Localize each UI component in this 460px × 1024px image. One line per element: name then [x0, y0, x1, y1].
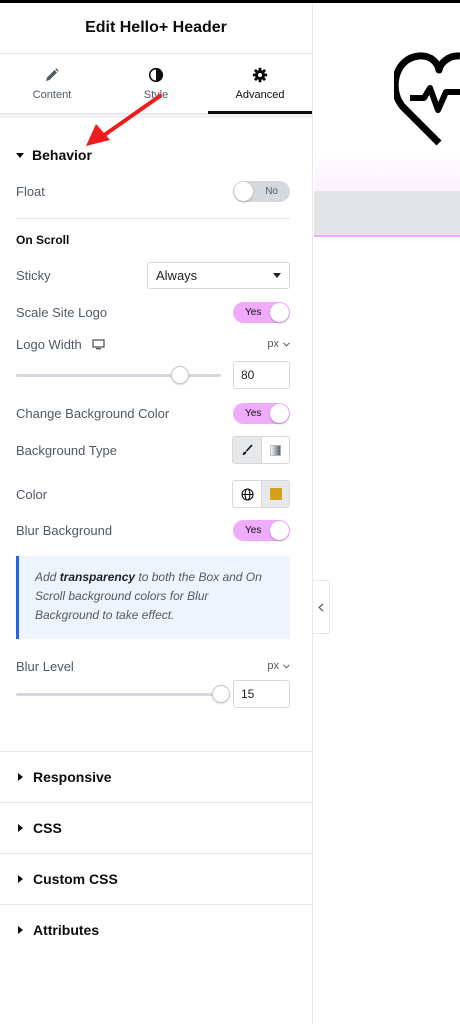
- blur-level-slider[interactable]: [16, 684, 230, 703]
- bg-type-row: Background Type: [0, 436, 312, 464]
- blur-level-unit-select[interactable]: px: [267, 660, 290, 672]
- logo-width-unit: px: [267, 338, 279, 350]
- bg-type-gradient[interactable]: [261, 437, 289, 463]
- gear-icon: [252, 67, 268, 82]
- collapse-panel-handle[interactable]: [313, 580, 330, 634]
- editor-panel: Edit Hello+ Header Content Style Advance…: [0, 3, 313, 1024]
- float-toggle[interactable]: No: [233, 180, 290, 202]
- color-swatch: [269, 488, 282, 500]
- heart-logo-icon: [394, 52, 460, 146]
- desktop-icon[interactable]: [92, 338, 105, 350]
- blur-level-label: Blur Level: [16, 658, 74, 674]
- section-attributes-title: Attributes: [33, 922, 100, 938]
- blur-bg-toggle[interactable]: Yes: [233, 520, 290, 541]
- brush-icon: [242, 444, 253, 455]
- caret-right-icon: [18, 824, 23, 832]
- section-responsive[interactable]: Responsive: [0, 751, 312, 802]
- color-controls: [232, 480, 290, 508]
- tab-advanced[interactable]: Advanced: [208, 54, 312, 114]
- scale-logo-toggle-text: Yes: [245, 307, 262, 318]
- annotation-arrow-icon: [86, 94, 162, 146]
- section-custom-css-title: Custom CSS: [33, 871, 118, 887]
- tab-advanced-label: Advanced: [235, 88, 285, 101]
- slider-thumb[interactable]: [171, 365, 189, 384]
- on-scroll-heading: On Scroll: [16, 233, 70, 247]
- scale-logo-label: Scale Site Logo: [16, 305, 108, 320]
- color-picker-button[interactable]: [261, 481, 289, 507]
- toggle-knob: [270, 303, 289, 322]
- toggle-knob: [234, 181, 253, 201]
- change-bg-row: Change Background Color Yes: [0, 403, 312, 424]
- sticky-row: Sticky Always: [0, 261, 312, 289]
- blur-level-unit: px: [267, 660, 279, 672]
- pencil-icon: [46, 67, 59, 81]
- sticky-label: Sticky: [16, 267, 51, 283]
- bg-type-label: Background Type: [16, 442, 117, 458]
- chevron-down-icon: [283, 341, 290, 347]
- bg-type-choices: [232, 436, 290, 464]
- logo-width-slider[interactable]: [16, 365, 221, 384]
- preview-header-bar: [314, 191, 460, 237]
- half-circle-icon: [148, 67, 164, 82]
- globe-icon: [240, 487, 254, 501]
- gradient-icon: [270, 444, 281, 456]
- blur-bg-toggle-text: Yes: [245, 525, 262, 536]
- section-css[interactable]: CSS: [0, 802, 312, 853]
- caret-right-icon: [18, 926, 23, 934]
- logo-width-slider-row: 80: [0, 361, 312, 389]
- logo-width-input[interactable]: 80: [233, 361, 290, 389]
- float-row: Float No: [0, 180, 312, 202]
- chevron-down-icon: [273, 272, 281, 278]
- change-bg-label: Change Background Color: [16, 406, 170, 421]
- logo-width-label: Logo Width: [16, 336, 82, 352]
- note-text-bold: transparency: [59, 570, 136, 584]
- logo-width-row: Logo Width px: [0, 335, 312, 353]
- sticky-select-value: Always: [156, 267, 198, 283]
- note-text-start: Add: [35, 570, 60, 584]
- float-label: Float: [16, 183, 45, 199]
- slider-thumb[interactable]: [212, 684, 230, 703]
- caret-down-icon: [16, 152, 24, 158]
- scale-logo-row: Scale Site Logo Yes: [0, 302, 312, 323]
- float-toggle-text: No: [265, 185, 278, 197]
- chevron-left-icon: [318, 602, 324, 612]
- panel-header: Edit Hello+ Header: [0, 3, 312, 54]
- section-attributes[interactable]: Attributes: [0, 904, 312, 955]
- sticky-select[interactable]: Always: [147, 261, 290, 289]
- blur-level-input[interactable]: 15: [233, 680, 290, 708]
- section-css-title: CSS: [33, 820, 62, 836]
- change-bg-toggle[interactable]: Yes: [233, 403, 290, 424]
- global-colors-button[interactable]: [233, 481, 261, 507]
- blur-bg-label: Blur Background: [16, 523, 113, 538]
- toggle-knob: [270, 521, 289, 540]
- color-row: Color: [0, 480, 312, 508]
- preview-header-band: [314, 155, 460, 191]
- tab-content-label: Content: [32, 88, 72, 101]
- panel-title: Edit Hello+ Header: [85, 19, 227, 36]
- toggle-knob: [270, 404, 289, 423]
- blur-level-slider-row: 15: [0, 680, 312, 708]
- color-label: Color: [16, 486, 48, 502]
- blur-bg-row: Blur Background Yes: [0, 520, 312, 541]
- change-bg-toggle-text: Yes: [245, 408, 262, 419]
- scale-logo-toggle[interactable]: Yes: [233, 302, 290, 323]
- divider: [16, 218, 290, 219]
- section-responsive-title: Responsive: [33, 769, 112, 785]
- caret-right-icon: [18, 875, 23, 883]
- chevron-down-icon: [283, 663, 290, 669]
- blur-level-row: Blur Level px: [0, 657, 312, 675]
- logo-width-label-wrap: Logo Width: [16, 337, 105, 352]
- blur-info-note: Add transparency to both the Box and On …: [16, 556, 290, 639]
- section-custom-css[interactable]: Custom CSS: [0, 853, 312, 904]
- logo-width-unit-select[interactable]: px: [267, 338, 290, 350]
- caret-right-icon: [18, 773, 23, 781]
- bg-type-classic[interactable]: [233, 437, 261, 463]
